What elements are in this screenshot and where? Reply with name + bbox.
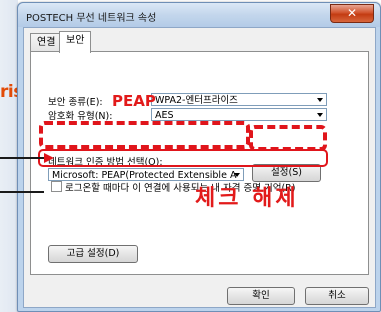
arrow-head-upper	[44, 153, 54, 163]
encryption-type-label: 암호화 유형(N):	[48, 111, 113, 122]
advanced-settings-button[interactable]: 고급 설정(D)	[48, 245, 138, 263]
security-type-label: 보안 종류(E):	[48, 97, 103, 108]
title-bar: POSTECH 무선 네트워크 속성 ✕	[18, 3, 380, 27]
ok-button[interactable]: 확인	[227, 287, 295, 305]
annotation-peap: PEAP	[112, 92, 156, 110]
cancel-button[interactable]: 취소	[305, 287, 369, 305]
annotation-settings-highlight	[249, 125, 327, 151]
security-type-select[interactable]: WPA2-엔터프라이즈	[151, 93, 327, 106]
encryption-type-value: AES	[155, 110, 174, 121]
tab-security[interactable]: 보안	[59, 31, 92, 53]
annotation-arrows	[0, 153, 54, 193]
close-button[interactable]: ✕	[330, 4, 374, 23]
annotation-auth-highlight	[39, 121, 250, 149]
encryption-type-select[interactable]: AES	[151, 108, 327, 121]
chevron-down-icon	[234, 173, 240, 177]
annotation-checkbox-highlight	[38, 149, 328, 167]
dialog-client-area: 연결 보안 보안 종류(E): WPA2-엔터프라이즈 암호화 유형(N): A…	[23, 27, 376, 308]
annotation-uncheck: 체크 해제	[195, 186, 299, 211]
chevron-down-icon	[317, 113, 323, 117]
tab-connection[interactable]: 연결	[30, 33, 63, 52]
security-type-value: WPA2-엔터프라이즈	[155, 95, 238, 106]
close-icon: ✕	[346, 6, 358, 20]
window-title: POSTECH 무선 네트워크 속성	[26, 13, 157, 24]
chevron-down-icon	[317, 98, 323, 102]
